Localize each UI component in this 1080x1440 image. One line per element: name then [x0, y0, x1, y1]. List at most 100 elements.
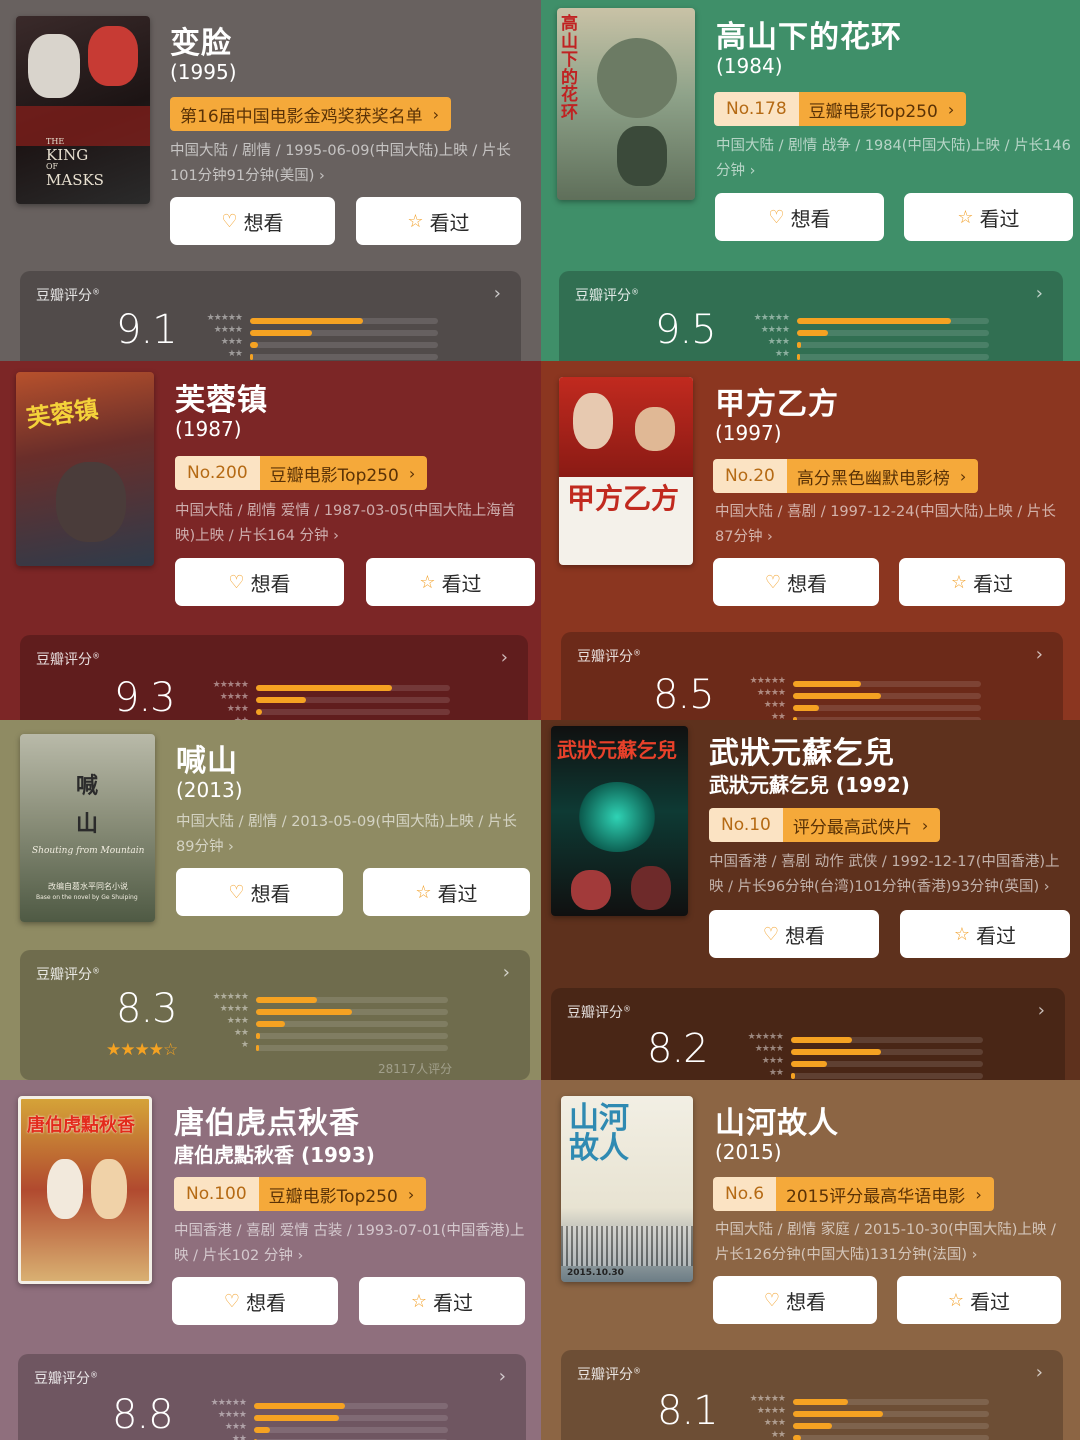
award-badge[interactable]: 第16届中国电影金鸡奖获奖名单 ›: [170, 97, 452, 131]
seen-button[interactable]: ☆ 看过: [900, 910, 1070, 958]
movie-year: (2013): [176, 778, 243, 802]
rating-score: 8.1: [657, 1388, 719, 1434]
seen-button[interactable]: ☆ 看过: [363, 868, 530, 916]
movie-year: (1984): [716, 54, 783, 78]
rating-panel[interactable]: 豆瓣评分® › 8.8 ★★★★★★★★★★★★★★★: [18, 1354, 526, 1440]
bar-fill: [793, 1411, 884, 1417]
movie-card-hanshan[interactable]: 喊 山 Shouting from Mountain 改编自葛水平同名小说 Ba…: [0, 720, 541, 1080]
heart-plus-icon: ♡: [228, 571, 245, 593]
rating-bar-4-star: ★★★★: [218, 1410, 448, 1424]
chevron-right-icon: ›: [975, 1184, 982, 1204]
list-badge[interactable]: No.20 高分黑色幽默电影榜 ›: [713, 459, 979, 493]
want-button[interactable]: ♡ 想看: [715, 193, 884, 241]
movie-info[interactable]: 中国大陆 / 剧情 / 1995-06-09(中国大陆)上映 / 片长 101分钟…: [170, 139, 530, 189]
seen-button[interactable]: ☆ 看过: [904, 193, 1073, 241]
movie-card-gaoshan[interactable]: 高山下的花环 高山下的花环 (1984) No.178 豆瓣电影Top250 › …: [541, 0, 1080, 361]
rating-panel[interactable]: 豆瓣评分® › 8.1 ★★★★★★★★★★★★★★★: [561, 1350, 1063, 1440]
poster-bianlian[interactable]: THE KING OF MASKS: [16, 16, 150, 204]
movie-info[interactable]: 中国大陆 / 剧情 家庭 / 2015-10-30(中国大陆)上映 / 片长126…: [715, 1218, 1077, 1268]
rating-panel[interactable]: 豆瓣评分® › 8.5 ★★★★★★★★★★★★★★★: [561, 632, 1063, 720]
rating-panel[interactable]: 豆瓣评分® › 9.1 ★★★★★★★★★★★★★★★: [20, 271, 521, 361]
list-badge[interactable]: No.6 2015评分最高华语电影 ›: [713, 1177, 994, 1211]
want-button[interactable]: ♡ 想看: [709, 910, 879, 958]
chevron-right-icon: ›: [1035, 1362, 1043, 1383]
poster-jiafang[interactable]: 甲方乙方: [559, 377, 693, 565]
chevron-right-icon: ›: [1037, 1000, 1045, 1021]
movie-info[interactable]: 中国大陆 / 喜剧 / 1997-12-24(中国大陆)上映 / 片长 87分钟 …: [715, 500, 1077, 550]
heart-plus-icon: ♡: [223, 1290, 241, 1312]
want-button[interactable]: ♡ 想看: [713, 1276, 877, 1324]
bar-fill: [254, 1415, 340, 1421]
star-level-icon: ★★★: [767, 337, 790, 347]
star-level-icon: ★★★★★: [212, 680, 249, 690]
bar-fill: [256, 1009, 352, 1015]
rating-bar-2-star: ★★: [228, 349, 438, 361]
poster-gaoshan[interactable]: 高山下的花环: [557, 8, 695, 200]
bar-track: [254, 1427, 448, 1433]
rank-label: No.10: [709, 808, 783, 842]
poster-furong[interactable]: 芙蓉镇: [16, 372, 154, 566]
want-button[interactable]: ♡ 想看: [172, 1277, 338, 1325]
rating-panel[interactable]: 豆瓣评分® › 8.2 ★★★★★★★★★★★★★★★: [551, 988, 1065, 1080]
movie-title: 高山下的花环: [716, 20, 902, 55]
heart-plus-icon: ♡: [221, 210, 238, 232]
movie-card-shanhe[interactable]: 山河故人 2015.10.30 山河故人 (2015) No.6 2015评分最…: [541, 1080, 1080, 1440]
want-button[interactable]: ♡ 想看: [176, 868, 343, 916]
rank-label: No.6: [713, 1177, 777, 1211]
movie-info[interactable]: 中国大陆 / 剧情 / 2013-05-09(中国大陆)上映 / 片长 89分钟 …: [176, 810, 536, 860]
want-button[interactable]: ♡ 想看: [170, 197, 335, 245]
rating-label: 豆瓣评分®: [577, 1366, 641, 1383]
rating-panel[interactable]: 豆瓣评分® › 9.3 ★★★★★★★★★★★★★★★: [20, 635, 528, 720]
seen-button[interactable]: ☆ 看过: [897, 1276, 1061, 1324]
movie-info[interactable]: 中国香港 / 喜剧 动作 武侠 / 1992-12-17(中国香港)上映 / 片…: [709, 850, 1077, 900]
seen-button[interactable]: ☆ 看过: [899, 558, 1065, 606]
star-outline-icon: ☆: [953, 923, 971, 945]
movie-card-wuzhuangyuan[interactable]: 武狀元蘇乞兒 武狀元蘇乞兒 武狀元蘇乞兒 (1992) No.10 评分最高武侠…: [541, 720, 1080, 1080]
star-level-icon: ★★★★: [756, 688, 786, 698]
poster-wuzhuangyuan[interactable]: 武狀元蘇乞兒: [551, 726, 688, 916]
rank-label: No.20: [713, 459, 787, 493]
list-label: 评分最高武侠片: [792, 817, 912, 838]
list-badge[interactable]: No.10 评分最高武侠片 ›: [709, 808, 941, 842]
top250-badge[interactable]: No.100 豆瓣电影Top250 ›: [174, 1177, 427, 1211]
rating-bar-5-star: ★★★★★: [211, 1398, 448, 1412]
movie-info[interactable]: 中国大陆 / 剧情 战争 / 1984(中国大陆)上映 / 片长146 分钟 ›: [716, 134, 1078, 184]
movie-card-jiafang[interactable]: 甲方乙方 甲方乙方 (1997) No.20 高分黑色幽默电影榜 › 中国大陆 /…: [541, 361, 1080, 720]
rating-panel[interactable]: 豆瓣评分® › 9.5 ★★★★★★★★★★★★★★★: [559, 271, 1063, 361]
want-button[interactable]: ♡ 想看: [175, 558, 344, 606]
movie-card-tangbohu[interactable]: 唐伯虎點秋香 唐伯虎点秋香 唐伯虎點秋香 (1993) No.100 豆瓣电影T…: [0, 1080, 541, 1440]
star-level-icon: ★★★: [226, 704, 249, 714]
rating-panel[interactable]: 豆瓣评分® › 8.3 ★★★★☆ ★★★★★ ★★★★ ★★★ ★★ ★ 28117人…: [20, 950, 530, 1080]
rating-bar-3-star: ★★★: [764, 1418, 989, 1432]
poster-hanshan[interactable]: 喊 山 Shouting from Mountain 改编自葛水平同名小说 Ba…: [20, 734, 155, 922]
rating-label: 豆瓣评分®: [34, 1370, 98, 1387]
rating-bar-3-star: ★★★: [221, 337, 438, 351]
poster-tangbohu[interactable]: 唐伯虎點秋香: [18, 1096, 152, 1284]
rank-label: No.178: [714, 92, 799, 126]
chevron-right-icon: ›: [500, 647, 508, 668]
top250-badge[interactable]: No.178 豆瓣电影Top250 ›: [714, 92, 967, 126]
poster-text: 山河故人: [569, 1101, 629, 1166]
want-button[interactable]: ♡ 想看: [713, 558, 879, 606]
bar-track: [250, 354, 438, 360]
star-level-icon: ★★★★: [219, 692, 249, 702]
movie-info[interactable]: 中国大陆 / 剧情 爱情 / 1987-03-05(中国大陆上海首 映)上映 / …: [175, 499, 535, 549]
movie-year: (2015): [715, 1140, 782, 1164]
bar-fill: [791, 1061, 828, 1067]
list-label: 豆瓣电影Top250: [269, 465, 399, 486]
seen-button[interactable]: ☆ 看过: [356, 197, 521, 245]
seen-button[interactable]: ☆ 看过: [359, 1277, 525, 1325]
top250-badge[interactable]: No.200 豆瓣电影Top250 ›: [175, 456, 428, 490]
seen-button[interactable]: ☆ 看过: [366, 558, 535, 606]
bar-fill: [250, 354, 253, 360]
movie-card-bianlian[interactable]: THE KING OF MASKS 变脸 (1995) 第16届中国电影金鸡奖获…: [0, 0, 541, 361]
movie-info[interactable]: 中国香港 / 喜剧 爱情 古装 / 1993-07-01(中国香港)上映 / 片…: [174, 1219, 536, 1269]
rating-bar-4-star: ★★★★: [214, 325, 438, 339]
movie-title: 变脸: [170, 26, 232, 61]
rating-bar-5-star: ★★★★★: [754, 313, 989, 327]
bar-fill: [791, 1049, 882, 1055]
star-level-icon: ★★★★: [219, 1004, 249, 1014]
poster-shanhe[interactable]: 山河故人 2015.10.30: [561, 1096, 693, 1282]
star-level-icon: ★★★: [220, 337, 243, 347]
movie-card-furong[interactable]: 芙蓉镇 芙蓉镇 (1987) No.200 豆瓣电影Top250 › 中国大陆 /…: [0, 361, 541, 720]
